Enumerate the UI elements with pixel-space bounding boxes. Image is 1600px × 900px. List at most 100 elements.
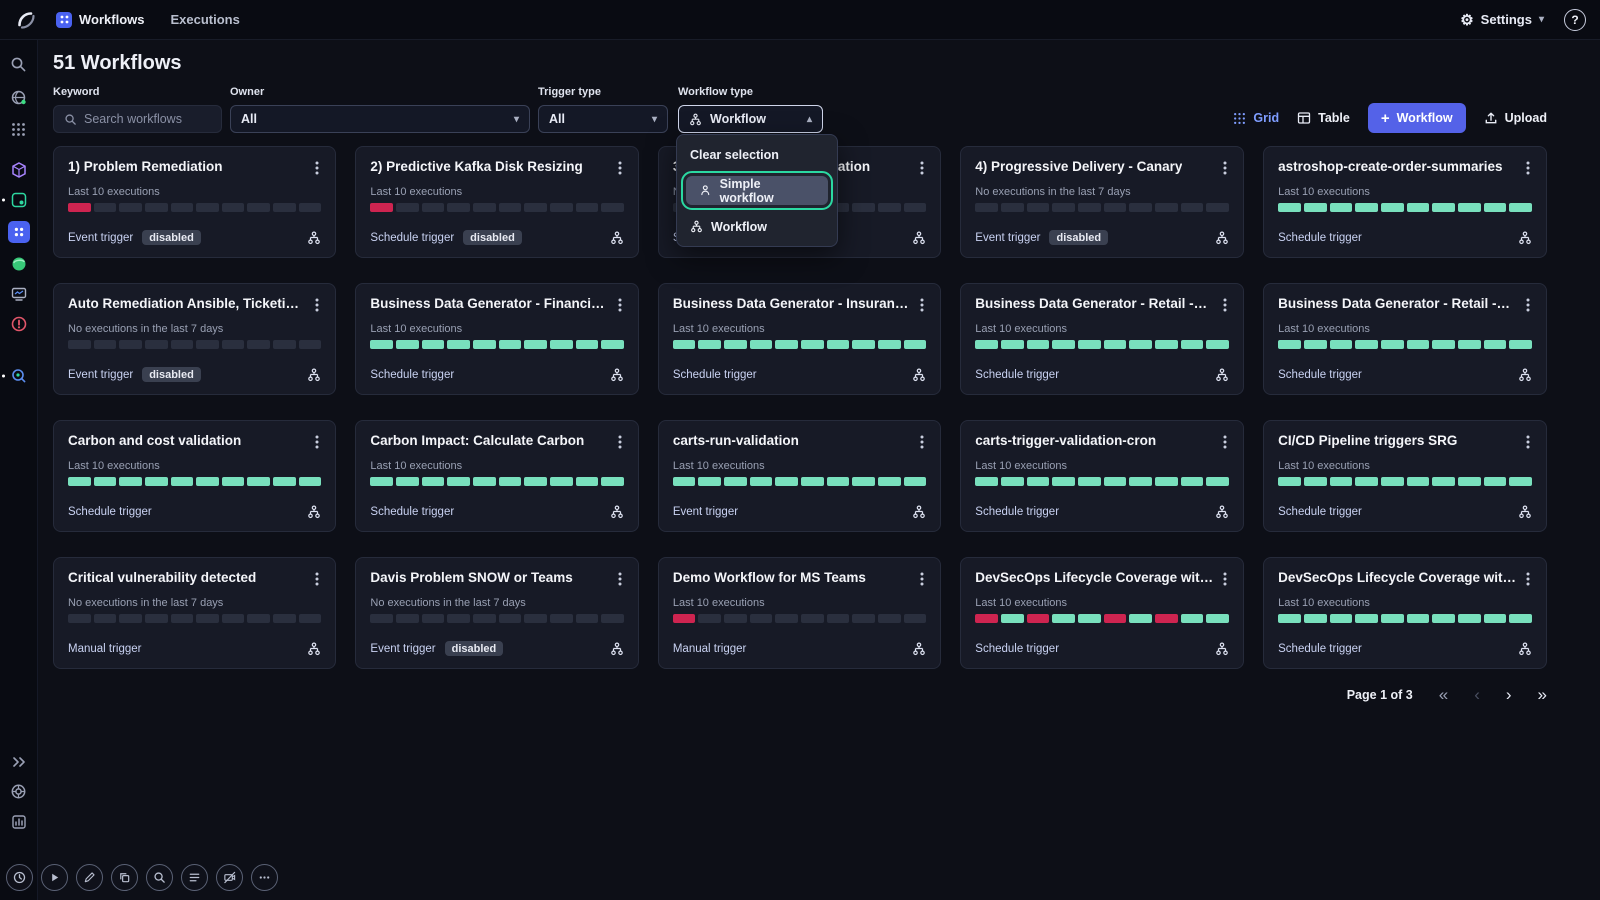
table-icon xyxy=(1297,111,1311,125)
execution-bar xyxy=(196,340,219,349)
kebab-menu-icon[interactable] xyxy=(918,570,926,588)
kebab-menu-icon[interactable] xyxy=(313,433,321,451)
kebab-menu-icon[interactable] xyxy=(918,296,926,314)
first-page-icon[interactable]: « xyxy=(1439,686,1448,703)
workflow-card[interactable]: 4) Progressive Delivery - Canary No exec… xyxy=(960,146,1244,258)
previous-page-icon[interactable]: ‹ xyxy=(1474,686,1480,703)
menu-item-clear-selection[interactable]: Clear selection xyxy=(677,140,837,169)
execution-bar xyxy=(550,203,573,212)
insights-icon[interactable] xyxy=(11,814,27,830)
expand-sidebar-icon[interactable] xyxy=(11,755,27,769)
workflow-card[interactable]: Business Data Generator - Insuran… Last … xyxy=(658,283,941,395)
workflow-type-icon xyxy=(1215,505,1229,519)
logs-button[interactable] xyxy=(181,864,208,891)
next-page-icon[interactable]: › xyxy=(1506,686,1512,703)
support-icon[interactable] xyxy=(10,783,27,800)
workflow-card[interactable]: Demo Workflow for MS Teams Last 10 execu… xyxy=(658,557,941,669)
kebab-menu-icon[interactable] xyxy=(918,159,926,177)
workflow-card[interactable]: Business Data Generator - Financi… Last … xyxy=(355,283,638,395)
search-input[interactable]: Search workflows xyxy=(53,105,222,133)
grid-view-button[interactable]: Grid xyxy=(1233,111,1279,125)
trigger-type-select[interactable]: All ▾ xyxy=(538,105,668,133)
trigger-type-filter: Trigger type All ▾ xyxy=(538,86,668,133)
execution-bar xyxy=(601,477,624,486)
timer-button[interactable] xyxy=(6,864,33,891)
kebab-menu-icon[interactable] xyxy=(918,433,926,451)
inspect-button[interactable] xyxy=(146,864,173,891)
search-icon[interactable] xyxy=(10,56,27,73)
smartscape-icon[interactable] xyxy=(10,89,27,106)
dynatrace-logo-icon[interactable] xyxy=(14,8,38,32)
settings-menu-button[interactable]: ⚙ Settings ▾ xyxy=(1460,11,1544,29)
workflow-card[interactable]: Business Data Generator - Retail -… Last… xyxy=(1263,283,1547,395)
kebab-menu-icon[interactable] xyxy=(1524,433,1532,451)
workflow-card[interactable]: CI/CD Pipeline triggers SRG Last 10 exec… xyxy=(1263,420,1547,532)
workflow-type-menu: Clear selection Simple workflow Workflow xyxy=(676,134,838,247)
notebooks-app-icon[interactable] xyxy=(10,191,28,209)
tab-workflows[interactable]: Workflows xyxy=(56,12,145,28)
workflow-card[interactable]: astroshop-create-order-summaries Last 10… xyxy=(1263,146,1547,258)
problems-app-icon[interactable] xyxy=(10,315,28,333)
execution-bar xyxy=(1052,340,1075,349)
kebab-menu-icon[interactable] xyxy=(1221,296,1229,314)
workflow-card[interactable]: 2) Predictive Kafka Disk Resizing Last 1… xyxy=(355,146,638,258)
kebab-menu-icon[interactable] xyxy=(1524,570,1532,588)
kebab-menu-icon[interactable] xyxy=(616,570,624,588)
dashboards-app-icon[interactable] xyxy=(10,285,28,303)
play-button[interactable] xyxy=(41,864,68,891)
trigger-type-label: Schedule trigger xyxy=(370,232,454,244)
trigger-type-label: Event trigger xyxy=(68,232,133,244)
workflow-card[interactable]: Carbon Impact: Calculate Carbon Last 10 … xyxy=(355,420,638,532)
duplicate-button[interactable] xyxy=(111,864,138,891)
workflows-app-active-icon[interactable] xyxy=(8,221,30,243)
screenshot-off-button[interactable] xyxy=(216,864,243,891)
workflow-card[interactable]: Carbon and cost validation Last 10 execu… xyxy=(53,420,336,532)
workflow-type-icon xyxy=(1518,231,1532,245)
trigger-type-label: Trigger type xyxy=(538,86,668,98)
edit-button[interactable] xyxy=(76,864,103,891)
infrastructure-app-icon[interactable] xyxy=(10,161,28,179)
chevron-down-icon: ▾ xyxy=(652,114,657,125)
menu-item-simple-workflow[interactable]: Simple workflow xyxy=(686,176,828,205)
workflow-card[interactable]: Business Data Generator - Retail -… Last… xyxy=(960,283,1244,395)
kebab-menu-icon[interactable] xyxy=(1221,159,1229,177)
kebab-menu-icon[interactable] xyxy=(616,296,624,314)
help-button[interactable]: ? xyxy=(1564,9,1586,31)
more-button[interactable] xyxy=(251,864,278,891)
table-view-button[interactable]: Table xyxy=(1297,111,1350,125)
new-workflow-button[interactable]: + Workflow xyxy=(1368,103,1466,133)
menu-item-workflow[interactable]: Workflow xyxy=(677,212,837,241)
workflow-card[interactable]: Davis Problem SNOW or Teams No execution… xyxy=(355,557,638,669)
app-launcher-icon[interactable] xyxy=(11,122,26,137)
execution-bar xyxy=(1484,340,1507,349)
query-app-icon[interactable] xyxy=(10,367,28,385)
kebab-menu-icon[interactable] xyxy=(313,296,321,314)
execution-bar xyxy=(1381,614,1404,623)
workflow-card[interactable]: DevSecOps Lifecycle Coverage wit… Last 1… xyxy=(960,557,1244,669)
workflow-icon xyxy=(690,220,703,233)
tab-executions[interactable]: Executions xyxy=(171,12,240,27)
kebab-menu-icon[interactable] xyxy=(313,159,321,177)
execution-bar xyxy=(1206,203,1229,212)
grid-view-label: Grid xyxy=(1253,111,1279,125)
kebab-menu-icon[interactable] xyxy=(313,570,321,588)
services-app-icon[interactable] xyxy=(10,255,28,273)
workflow-card[interactable]: Auto Remediation Ansible, Ticketi… No ex… xyxy=(53,283,336,395)
workflow-card[interactable]: carts-run-validation Last 10 executions … xyxy=(658,420,941,532)
kebab-menu-icon[interactable] xyxy=(1221,433,1229,451)
last-page-icon[interactable]: » xyxy=(1538,686,1547,703)
owner-select[interactable]: All ▾ xyxy=(230,105,530,133)
execution-history-bars xyxy=(1278,203,1532,212)
workflow-card[interactable]: Critical vulnerability detected No execu… xyxy=(53,557,336,669)
kebab-menu-icon[interactable] xyxy=(1221,570,1229,588)
kebab-menu-icon[interactable] xyxy=(616,433,624,451)
workflow-card[interactable]: DevSecOps Lifecycle Coverage wit… Last 1… xyxy=(1263,557,1547,669)
kebab-menu-icon[interactable] xyxy=(1524,296,1532,314)
execution-bar xyxy=(1355,203,1378,212)
kebab-menu-icon[interactable] xyxy=(616,159,624,177)
workflow-type-select[interactable]: Workflow ▴ xyxy=(678,105,823,133)
upload-button[interactable]: Upload xyxy=(1484,111,1547,125)
workflow-card[interactable]: 1) Problem Remediation Last 10 execution… xyxy=(53,146,336,258)
workflow-card[interactable]: carts-trigger-validation-cron Last 10 ex… xyxy=(960,420,1244,532)
kebab-menu-icon[interactable] xyxy=(1524,159,1532,177)
